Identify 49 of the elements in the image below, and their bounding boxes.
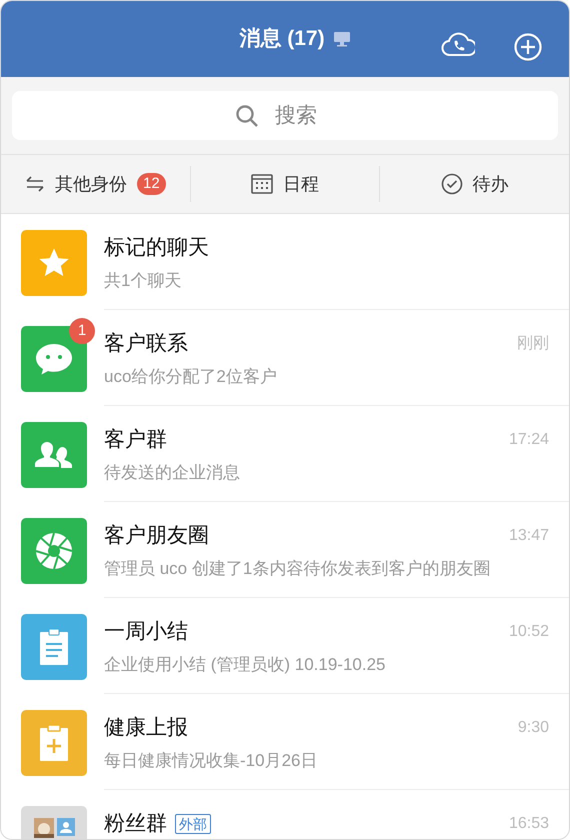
chat-preview: 共1个聊天 bbox=[104, 270, 182, 292]
chat-item[interactable]: 健康上报 9:30 每日健康情况收集-10月26日 bbox=[1, 694, 569, 790]
person-icon bbox=[56, 818, 74, 836]
shortcut-tab[interactable]: 日程 bbox=[251, 170, 319, 198]
clipboard-icon bbox=[39, 628, 69, 666]
chat-time: 10:52 bbox=[508, 622, 549, 642]
chat-time: 刚刚 bbox=[517, 334, 549, 354]
window-title: 消息 (17) bbox=[239, 26, 325, 52]
plus-circle-icon bbox=[514, 33, 542, 61]
external-tag: 外部 bbox=[175, 814, 211, 834]
monitor-icon bbox=[332, 31, 351, 47]
aperture-icon bbox=[35, 532, 73, 570]
chat-title: 健康上报 bbox=[104, 715, 188, 741]
chat-preview: 待发送的企业消息 bbox=[104, 462, 241, 484]
count-badge: 12 bbox=[136, 173, 166, 195]
chat-time: 17:24 bbox=[508, 430, 549, 450]
chat-item[interactable]: 1 客户联系 刚刚 uco给你分配了2位客户 bbox=[1, 310, 569, 406]
unread-badge: 1 bbox=[69, 318, 95, 344]
chat-item[interactable]: 客户朋友圈 13:47 管理员 uco 创建了1条内容待你发表到客户的朋友圈 bbox=[1, 502, 569, 598]
chat-item[interactable]: 客户群 17:24 待发送的企业消息 bbox=[1, 406, 569, 502]
shortcut-tab[interactable]: 其他身份 12 bbox=[24, 170, 166, 198]
chat-preview: 企业使用小结 (管理员收) 10.19-10.25 bbox=[104, 654, 387, 676]
search-field[interactable]: 搜索 bbox=[275, 100, 335, 132]
chat-preview: 管理员 uco 创建了1条内容待你发表到客户的朋友圈 bbox=[104, 558, 492, 580]
chat-preview: 每日健康情况收集-10月26日 bbox=[104, 750, 318, 772]
chat-item[interactable]: 粉丝群 外部 16:53 bbox=[1, 790, 569, 839]
add-button[interactable] bbox=[514, 33, 542, 61]
chat-title: 标记的聊天 bbox=[104, 235, 209, 261]
cloud-phone-icon bbox=[441, 31, 475, 57]
calendar-icon bbox=[251, 174, 273, 194]
chat-title: 一周小结 bbox=[104, 619, 188, 645]
chat-title: 客户联系 bbox=[104, 331, 188, 357]
cloud-phone-button[interactable] bbox=[441, 31, 475, 57]
shortcut-tab[interactable]: 待办 bbox=[440, 170, 509, 198]
clipboard-plus-icon bbox=[39, 724, 69, 762]
chat-title: 客户群 bbox=[104, 427, 167, 453]
chat-time: 13:47 bbox=[508, 526, 549, 546]
speech-bubble-icon bbox=[35, 342, 73, 376]
switch-icon bbox=[24, 175, 45, 193]
chat-title: 客户朋友圈 bbox=[104, 523, 209, 549]
check-circle-icon bbox=[440, 173, 463, 195]
search-icon bbox=[235, 104, 259, 128]
chat-item[interactable]: 一周小结 10:52 企业使用小结 (管理员收) 10.19-10.25 bbox=[1, 598, 569, 694]
chat-preview: uco给你分配了2位客户 bbox=[104, 366, 278, 388]
people-icon bbox=[34, 439, 74, 471]
chat-time: 16:53 bbox=[508, 814, 549, 834]
chat-item[interactable]: 标记的聊天 共1个聊天 bbox=[1, 214, 569, 310]
chat-time: 9:30 bbox=[518, 718, 549, 738]
chat-title: 粉丝群 bbox=[104, 811, 167, 837]
